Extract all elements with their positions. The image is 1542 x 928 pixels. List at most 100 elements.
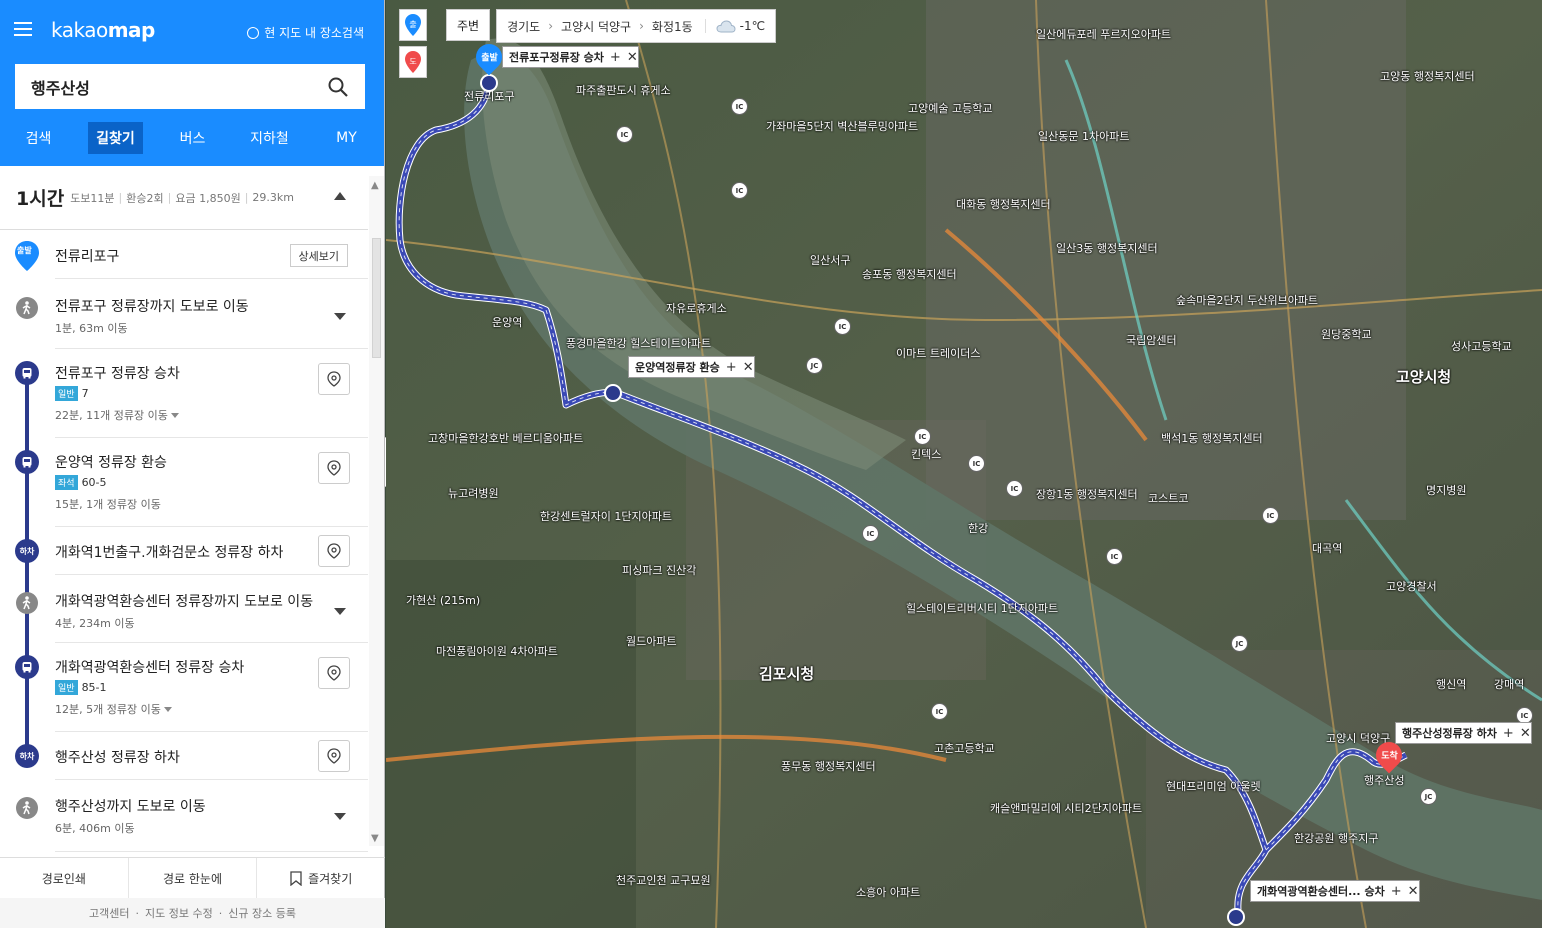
stop-bubble-board-1[interactable]: 전류포구정류장 승차 + ✕ xyxy=(502,46,639,68)
ic-icon: IC xyxy=(616,126,633,143)
close-icon[interactable]: ✕ xyxy=(1520,726,1531,741)
map-label: 소흥아 아파트 xyxy=(856,886,921,899)
map-label: 킨텍스 xyxy=(911,448,942,461)
map-label: 가좌마을5단지 벽산블루밍아파트 xyxy=(766,120,919,133)
step-walk-2[interactable]: 개화역광역환승센터 정류장까지 도보로 이동 4분, 234m 이동 xyxy=(0,575,368,643)
alight-badge: 하차 xyxy=(15,539,39,563)
map-label: 행신역 xyxy=(1436,678,1467,691)
map-pin-button[interactable] xyxy=(318,363,350,395)
map-label: 피싱파크 진산각 xyxy=(622,564,697,577)
map-label: 자유로휴게소 xyxy=(666,302,727,315)
route-steps: 출발 전류리포구 상세보기 전류포구 정류장까지 도보로 이동 1분, 63m … xyxy=(0,231,368,857)
plus-icon[interactable]: + xyxy=(1391,884,1402,899)
map-label: 대곡역 xyxy=(1312,542,1343,555)
plus-icon[interactable]: + xyxy=(610,50,621,65)
crumb-province[interactable]: 경기도 xyxy=(507,18,540,35)
detail-button[interactable]: 상세보기 xyxy=(289,244,348,267)
crumb-district[interactable]: 화정1동 xyxy=(652,18,693,35)
bus-number[interactable]: 7 xyxy=(82,387,89,400)
step-title: 개화역광역환승센터 정류장 승차 xyxy=(55,660,245,676)
panel-scrollbar[interactable]: ▲ ▼ xyxy=(369,176,384,846)
print-route-button[interactable]: 경로인쇄 xyxy=(0,858,129,898)
menu-icon[interactable] xyxy=(14,22,32,37)
step-board-1[interactable]: 전류포구 정류장 승차 일반 7 22분, 11개 정류장 이동 xyxy=(0,349,368,438)
close-icon[interactable]: ✕ xyxy=(627,50,638,65)
stop-bubble-alight[interactable]: 행주산성정류장 하차 + ✕ xyxy=(1395,722,1532,744)
collapse-icon[interactable] xyxy=(334,192,346,200)
step-walk-1[interactable]: 전류포구 정류장까지 도보로 이동 1분, 63m 이동 xyxy=(0,280,368,349)
scroll-thumb[interactable] xyxy=(372,238,381,358)
favorite-button[interactable]: 즐겨찾기 xyxy=(257,858,385,898)
step-board-2[interactable]: 개화역광역환승센터 정류장 승차 일반 85-1 12분, 5개 정류장 이동 xyxy=(0,643,368,732)
set-start-button[interactable]: 출 xyxy=(399,9,427,41)
expand-icon[interactable] xyxy=(334,608,346,615)
expand-icon[interactable] xyxy=(334,313,346,320)
panel-header: kakaomap 현 지도 내 장소검색 검색 길찾기 버스 지하철 MY xyxy=(0,0,384,166)
scroll-up-icon[interactable]: ▲ xyxy=(371,180,379,191)
map-pin-button[interactable] xyxy=(318,452,350,484)
ic-icon: IC xyxy=(931,703,948,720)
map-edit-link[interactable]: 지도 정보 수정 xyxy=(145,905,213,921)
bus-stop-icon[interactable] xyxy=(1227,908,1245,926)
fare: 요금 1,850원 xyxy=(175,191,241,205)
ic-icon: IC xyxy=(1006,480,1023,497)
tab-bus[interactable]: 버스 xyxy=(154,122,231,154)
step-walk-3[interactable]: 행주산성까지 도보로 이동 6분, 406m 이동 xyxy=(0,780,368,852)
map-label: 캐슬앤파밀리에 시티2단지아파트 xyxy=(990,802,1143,815)
tab-subway[interactable]: 지하철 xyxy=(231,122,308,154)
map-area-search-toggle[interactable]: 현 지도 내 장소검색 xyxy=(247,24,364,41)
stop-count[interactable]: 22분, 11개 정류장 이동 xyxy=(55,407,179,423)
expand-icon[interactable] xyxy=(334,813,346,820)
tab-my[interactable]: MY xyxy=(308,122,385,154)
bus-number[interactable]: 85-1 xyxy=(82,681,107,694)
map-pin-button[interactable] xyxy=(318,657,350,689)
close-icon[interactable]: ✕ xyxy=(743,360,754,375)
bus-number[interactable]: 60-5 xyxy=(82,476,107,489)
step-alight-2[interactable]: 하차 행주산성 정류장 하차 xyxy=(0,732,368,780)
walk-icon xyxy=(16,592,38,614)
bus-icon xyxy=(15,361,39,385)
map-label: 성사고등학교 xyxy=(1451,340,1512,353)
map-label: 뉴고려병원 xyxy=(448,487,499,500)
stop-bubble-board-2[interactable]: 개화역광역환승센터... 승차 + ✕ xyxy=(1250,880,1420,902)
region-breadcrumb: 경기도 › 고양시 덕양구 › 화정1동 -1℃ xyxy=(496,9,777,43)
map-label: 풍무동 행정복지센터 xyxy=(781,760,876,773)
map-label: 장항1동 행정복지센터 xyxy=(1036,488,1138,501)
stop-bubble-transfer[interactable]: 운양역정류장 환승 + ✕ xyxy=(628,356,755,378)
bus-stop-icon[interactable] xyxy=(480,74,498,92)
map-label: 힐스테이트리버시티 1단지아파트 xyxy=(906,602,1059,615)
ic-icon: IC xyxy=(731,182,748,199)
close-icon[interactable]: ✕ xyxy=(1408,884,1419,899)
tab-directions[interactable]: 길찾기 xyxy=(77,122,154,154)
set-destination-button[interactable]: 도 xyxy=(399,46,427,78)
customer-center-link[interactable]: 고객센터 xyxy=(89,905,129,921)
map-label: 현대프리미엄 아울렛 xyxy=(1166,780,1261,793)
satellite-map[interactable]: IC IC IC IC JC IC IC IC IC IC IC JC IC J… xyxy=(386,0,1542,928)
map-pin-button[interactable] xyxy=(318,535,350,567)
plus-icon[interactable]: + xyxy=(726,360,737,375)
step-transfer-1[interactable]: 운양역 정류장 환승 좌석 60-5 15분, 1개 정류장 이동 xyxy=(0,438,368,527)
transfer-count: 환승2회 xyxy=(126,191,164,205)
stop-count[interactable]: 12분, 5개 정류장 이동 xyxy=(55,701,172,717)
step-alight-1[interactable]: 하차 개화역1번출구.개화검문소 정류장 하차 xyxy=(0,527,368,575)
search-input[interactable] xyxy=(15,64,315,109)
step-sub: 1분, 63m 이동 xyxy=(55,322,128,335)
register-place-link[interactable]: 신규 장소 등록 xyxy=(228,905,296,921)
map-pin-button[interactable] xyxy=(318,740,350,772)
map-label: 일산동문 1차아파트 xyxy=(1038,130,1130,143)
tab-search[interactable]: 검색 xyxy=(0,122,77,154)
route-overview-button[interactable]: 경로 한눈에 xyxy=(129,858,258,898)
ic-icon: IC xyxy=(731,98,748,115)
bus-stop-icon[interactable] xyxy=(604,384,622,402)
plus-icon[interactable]: + xyxy=(1503,726,1514,741)
crumb-city[interactable]: 고양시 덕양구 xyxy=(561,18,631,35)
search-button[interactable] xyxy=(315,64,360,109)
step-sub: 4분, 234m 이동 xyxy=(55,617,135,630)
nearby-button[interactable]: 주변 xyxy=(446,9,491,41)
kakaomap-logo[interactable]: kakaomap xyxy=(51,18,155,42)
bus-type-tag: 일반 xyxy=(55,680,78,695)
scroll-down-icon[interactable]: ▼ xyxy=(371,833,379,844)
map-label: 고양동 행정복지센터 xyxy=(1380,70,1475,83)
bus-type-tag: 일반 xyxy=(55,386,78,401)
route-summary[interactable]: 1시간 도보11분 | 환승2회 | 요금 1,850원 | 29.3km xyxy=(0,166,368,230)
